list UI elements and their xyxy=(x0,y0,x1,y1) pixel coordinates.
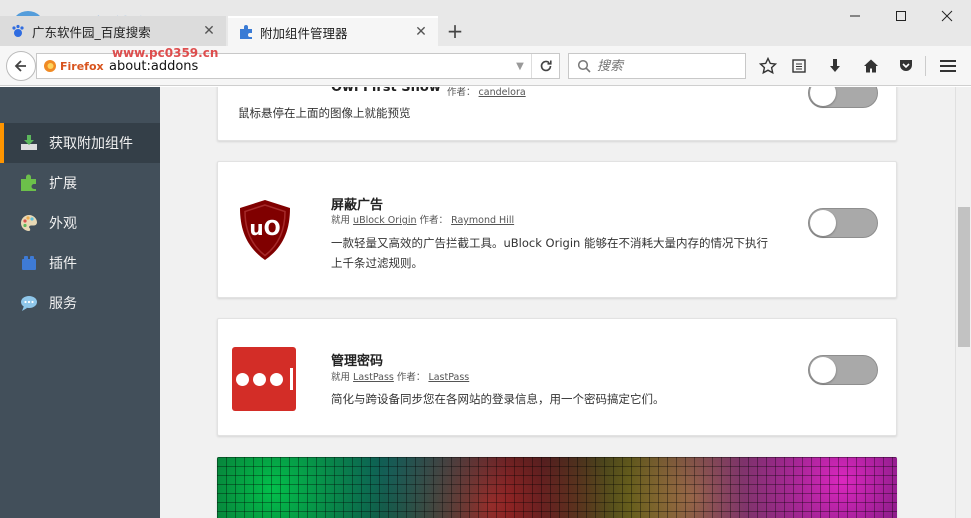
addon-meta: 作者： candelora xyxy=(447,87,526,98)
home-icon xyxy=(864,59,878,73)
downloads-button[interactable] xyxy=(822,54,848,78)
firefox-logo-icon xyxy=(44,60,56,72)
addon-name: 屏蔽广告 xyxy=(331,198,384,213)
sidebar-item-label: 服务 xyxy=(49,296,77,312)
addon-meta: 就用 uBlock Origin 作者： Raymond Hill xyxy=(331,212,514,226)
author-link[interactable]: Raymond Hill xyxy=(451,215,514,226)
prefix-label: 就用 xyxy=(331,215,351,226)
sidebar-item-services[interactable]: 服务 xyxy=(0,283,160,323)
sidebar-item-appearance[interactable]: 外观 xyxy=(0,203,160,243)
reload-button[interactable] xyxy=(531,54,559,78)
search-icon xyxy=(577,59,591,73)
speech-bubble-icon xyxy=(18,292,40,314)
addon-meta: 就用 LastPass 作者： LastPass xyxy=(331,369,469,383)
sidebar-item-label: 外观 xyxy=(49,216,77,232)
sidebar-item-label: 扩展 xyxy=(49,176,77,192)
watermark-url: www.pc0359.cn xyxy=(112,46,219,60)
lego-block-icon xyxy=(18,252,40,274)
reading-list-button[interactable] xyxy=(786,54,812,78)
close-tab-icon[interactable]: ✕ xyxy=(202,24,216,38)
addons-category-sidebar: 获取附加组件 扩展 外观 插件 服务 xyxy=(0,87,160,518)
maximize-button[interactable] xyxy=(878,4,924,28)
featured-banner-image[interactable] xyxy=(217,457,897,518)
close-icon xyxy=(941,10,953,22)
bookmark-star-button[interactable] xyxy=(755,54,781,78)
addon-description: 鼠标悬停在上面的图像上就能预览 xyxy=(238,106,411,120)
tab-addons-manager[interactable]: 附加组件管理器 ✕ xyxy=(228,16,438,46)
toolbar-separator xyxy=(925,56,926,76)
download-addon-icon xyxy=(18,132,40,154)
site-identity[interactable]: Firefox xyxy=(37,59,109,73)
search-input[interactable] xyxy=(591,58,721,74)
product-link[interactable]: uBlock Origin xyxy=(353,215,416,226)
sidebar-item-extensions[interactable]: 扩展 xyxy=(0,163,160,203)
author-link[interactable]: LastPass xyxy=(428,372,469,383)
title-bar: 河东软件园 广东软件园_百度搜索 ✕ 附加组件管理器 ✕ + xyxy=(0,0,971,46)
new-tab-button[interactable]: + xyxy=(444,20,466,42)
paw-icon xyxy=(12,24,24,37)
close-tab-icon[interactable]: ✕ xyxy=(414,25,428,39)
sidebar-item-label: 插件 xyxy=(49,256,77,272)
close-window-button[interactable] xyxy=(924,4,970,28)
home-button[interactable] xyxy=(858,54,884,78)
back-arrow-icon xyxy=(14,60,26,72)
puzzle-piece-icon xyxy=(18,172,40,194)
minimize-button[interactable] xyxy=(832,4,878,28)
sidebar-item-get-addons[interactable]: 获取附加组件 xyxy=(0,123,160,163)
identity-brand: Firefox xyxy=(60,59,104,73)
addon-toggle-switch[interactable] xyxy=(808,87,878,108)
author-label: 作者： xyxy=(419,215,449,226)
toggle-knob xyxy=(810,87,836,106)
prefix-label: 就用 xyxy=(331,372,351,383)
pocket-button[interactable] xyxy=(893,54,919,78)
star-icon xyxy=(759,57,777,75)
maximize-icon xyxy=(896,11,906,21)
lastpass-logo-icon xyxy=(232,347,296,411)
scrollbar-thumb[interactable] xyxy=(958,207,970,347)
download-arrow-icon xyxy=(830,59,840,72)
minimize-icon xyxy=(850,15,860,17)
addons-content-area: Owl First Show 作者： candelora 鼠标悬停在上面的图像上… xyxy=(160,87,955,518)
author-label: 作者： xyxy=(396,372,426,383)
addon-toggle-switch[interactable] xyxy=(808,208,878,238)
history-dropdown-icon[interactable]: ▼ xyxy=(509,61,531,72)
author-label: 作者： xyxy=(447,87,476,98)
addon-description: 简化与跨设备同步您在各网站的登录信息，用一个密码搞定它们。 xyxy=(331,392,665,406)
toggle-knob xyxy=(810,357,836,383)
reading-list-icon xyxy=(792,59,806,73)
addon-card-ublock-origin: uO 屏蔽广告 就用 uBlock Origin 作者： Raymond Hil… xyxy=(217,161,897,298)
addon-description: 一款轻量又高效的广告拦截工具。uBlock Origin 能够在不消耗大量内存的… xyxy=(331,236,768,270)
toggle-knob xyxy=(810,210,836,236)
addon-name: 管理密码 xyxy=(331,354,384,369)
pocket-icon xyxy=(900,60,912,71)
tab-label: 广东软件园_百度搜索 xyxy=(32,24,151,40)
menu-button[interactable] xyxy=(935,54,961,78)
content-scrollbar[interactable] xyxy=(955,87,971,518)
tab-baidu-search[interactable]: 广东软件园_百度搜索 ✕ xyxy=(0,16,226,46)
addon-card-owl-first-show: Owl First Show 作者： candelora 鼠标悬停在上面的图像上… xyxy=(217,87,897,141)
addon-card-lastpass: 管理密码 就用 LastPass 作者： LastPass 简化与跨设备同步您在… xyxy=(217,318,897,436)
addon-name: Owl First Show xyxy=(331,87,441,95)
palette-icon xyxy=(18,212,40,234)
puzzle-piece-icon xyxy=(240,25,252,39)
reload-icon xyxy=(540,60,552,72)
author-link[interactable]: candelora xyxy=(479,87,526,98)
sidebar-item-plugins[interactable]: 插件 xyxy=(0,243,160,283)
search-bar[interactable] xyxy=(568,53,746,79)
hamburger-menu-icon xyxy=(940,60,956,72)
tab-label: 附加组件管理器 xyxy=(260,25,348,41)
sidebar-item-label: 获取附加组件 xyxy=(49,136,133,152)
product-link[interactable]: LastPass xyxy=(353,372,394,383)
back-button[interactable] xyxy=(6,51,36,81)
url-text[interactable]: about:addons xyxy=(109,59,509,74)
addon-toggle-switch[interactable] xyxy=(808,355,878,385)
ublock-logo-text: uO xyxy=(249,216,281,240)
